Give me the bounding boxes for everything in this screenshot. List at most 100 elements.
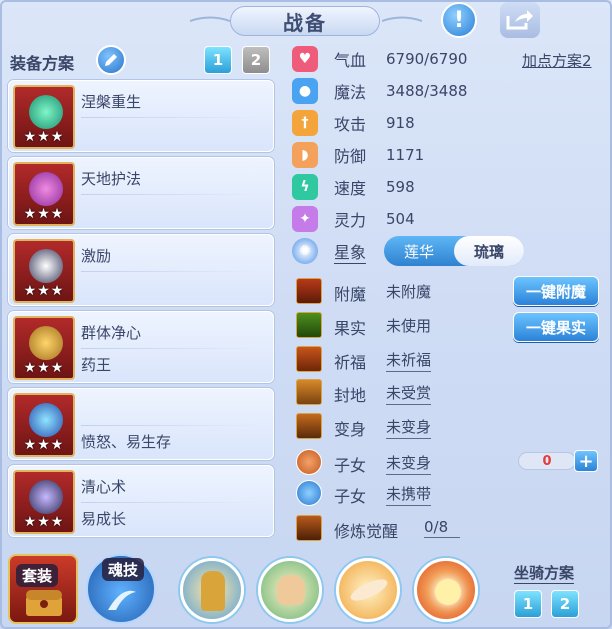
item-label: 变身	[334, 420, 367, 439]
xingxiang-row: ✺ 星象 莲华 琉璃	[292, 236, 602, 266]
mount-plan-title[interactable]: 坐骑方案	[514, 562, 575, 584]
stat-value: 6790/6790	[386, 50, 468, 68]
suit-tab[interactable]: 套装	[8, 554, 78, 624]
skill-card[interactable]: ★★★ 愤怒、易生存	[8, 388, 274, 460]
stat-value: 504	[386, 210, 415, 228]
xingxiang-option-lianhua[interactable]: 莲华	[384, 236, 454, 266]
star-rating: ★★★	[23, 129, 65, 145]
title-ornament-left	[190, 16, 230, 22]
skill-card[interactable]: ★★★ 涅槃重生	[8, 80, 274, 152]
skill-card[interactable]: ★★★ 激励	[8, 234, 274, 306]
cultivation-icon	[296, 515, 322, 541]
skill-icon: ★★★	[13, 162, 75, 226]
skill-name: 激励	[81, 247, 112, 265]
stat-value: 3488/3488	[386, 82, 468, 100]
mount-plan-button-2[interactable]: 2	[551, 590, 579, 618]
one-key-fruit-button[interactable]: 一键果实	[513, 312, 599, 342]
child-counter-value: 0	[518, 452, 576, 470]
skill-sub: 易成长	[81, 510, 127, 528]
skill-icon: ★★★	[13, 393, 75, 457]
stat-label: 魔法	[334, 83, 367, 102]
stat-label: 气血	[334, 51, 367, 70]
transform-link[interactable]: 未变身	[386, 416, 432, 439]
treasure-chest-icon	[26, 590, 62, 616]
share-button[interactable]	[500, 2, 540, 38]
skill-name: 涅槃重生	[81, 93, 142, 111]
item-label: 祈福	[334, 353, 367, 372]
cultivation-link[interactable]: 0/8	[424, 518, 461, 538]
stat-label: 防御	[334, 147, 367, 166]
fief-icon	[296, 379, 322, 405]
star-rating: ★★★	[23, 360, 65, 376]
item-label: 封地	[334, 386, 367, 405]
equip-plan-button-2[interactable]: 2	[242, 46, 270, 74]
info-button[interactable]: !	[441, 2, 477, 38]
fief-link[interactable]: 未受赏	[386, 382, 432, 405]
enchant-icon	[296, 278, 322, 304]
title-bar: 战备 !	[0, 0, 612, 40]
xingxiang-toggle[interactable]: 莲华 琉璃	[384, 236, 524, 266]
xingxiang-option-liuli[interactable]: 琉璃	[454, 236, 524, 266]
item-row-blessing: 祈福 未祈福	[292, 344, 602, 374]
skill-slot-1[interactable]	[180, 558, 244, 622]
fruit-icon	[296, 312, 322, 338]
skill-card[interactable]: ★★★ 群体净心 药王	[8, 311, 274, 383]
edit-plan-button[interactable]	[96, 45, 126, 75]
skill-card-list: ★★★ 涅槃重生 ★★★ 天地护法 ★★★ 激励 ★★★ 群体净心 药王 ★★★…	[8, 80, 274, 542]
star-rating: ★★★	[23, 514, 65, 530]
transform-icon	[296, 413, 322, 439]
hand-icon	[277, 575, 305, 605]
item-row-transform: 变身 未变身	[292, 411, 602, 441]
burst-icon	[435, 579, 461, 605]
child-carry-link[interactable]: 未携带	[386, 483, 432, 506]
xingxiang-label: 星象	[334, 239, 367, 264]
child-icon	[296, 449, 322, 475]
item-label: 子女	[334, 487, 367, 506]
suit-tab-label: 套装	[16, 564, 59, 587]
child-transform-link[interactable]: 未变身	[386, 452, 432, 475]
stat-row-attack: † 攻击 918	[292, 108, 602, 138]
skill-icon: ★★★	[13, 470, 75, 534]
sword-icon: †	[292, 110, 318, 136]
exclamation-icon: !	[453, 7, 465, 33]
item-label: 果实	[334, 319, 367, 338]
skill-name: 清心术	[81, 478, 127, 496]
item-value: 未附魔	[386, 283, 432, 301]
star-sign-icon: ✺	[292, 238, 318, 264]
equip-plan-button-1[interactable]: 1	[204, 46, 232, 74]
slash-icon	[347, 575, 391, 605]
mount-plan-button-1[interactable]: 1	[514, 590, 542, 618]
skill-name: 群体净心	[81, 324, 142, 342]
item-row-fief: 封地 未受赏	[292, 377, 602, 407]
item-value: 未使用	[386, 317, 432, 335]
blessing-link[interactable]: 未祈福	[386, 349, 432, 372]
stat-value: 1171	[386, 146, 425, 164]
plus-button[interactable]: +	[574, 450, 598, 472]
stat-label: 灵力	[334, 211, 367, 230]
skill-card[interactable]: ★★★ 清心术 易成长	[8, 465, 274, 537]
skill-slot-4[interactable]	[414, 558, 478, 622]
stat-label: 攻击	[334, 115, 367, 134]
skill-slot-2[interactable]	[258, 558, 322, 622]
stat-row-spirit: ✦ 灵力 504	[292, 204, 602, 234]
soul-skill-tab[interactable]: 魂技	[86, 554, 156, 624]
skill-slot-3[interactable]	[336, 558, 400, 622]
stat-value: 918	[386, 114, 415, 132]
swirl-icon	[108, 590, 136, 610]
stat-label: 速度	[334, 179, 367, 198]
skill-icon: ★★★	[13, 85, 75, 149]
item-label: 附魔	[334, 285, 367, 304]
soul-skill-tab-label: 魂技	[102, 558, 145, 581]
item-row-cultivation: 修炼觉醒 0/8	[292, 513, 602, 543]
one-key-enchant-button[interactable]: 一键附魔	[513, 276, 599, 306]
skill-icon: ★★★	[13, 316, 75, 380]
title-ornament-right	[382, 16, 422, 22]
equip-plan-title: 装备方案	[10, 54, 75, 73]
skill-card[interactable]: ★★★ 天地护法	[8, 157, 274, 229]
skill-icon: ★★★	[13, 239, 75, 303]
star-rating: ★★★	[23, 437, 65, 453]
equip-plan-header: 装备方案 1 2	[10, 44, 280, 78]
water-drop-icon: ●	[292, 78, 318, 104]
item-label: 修炼觉醒	[334, 522, 399, 541]
lightning-icon: ϟ	[292, 174, 318, 200]
